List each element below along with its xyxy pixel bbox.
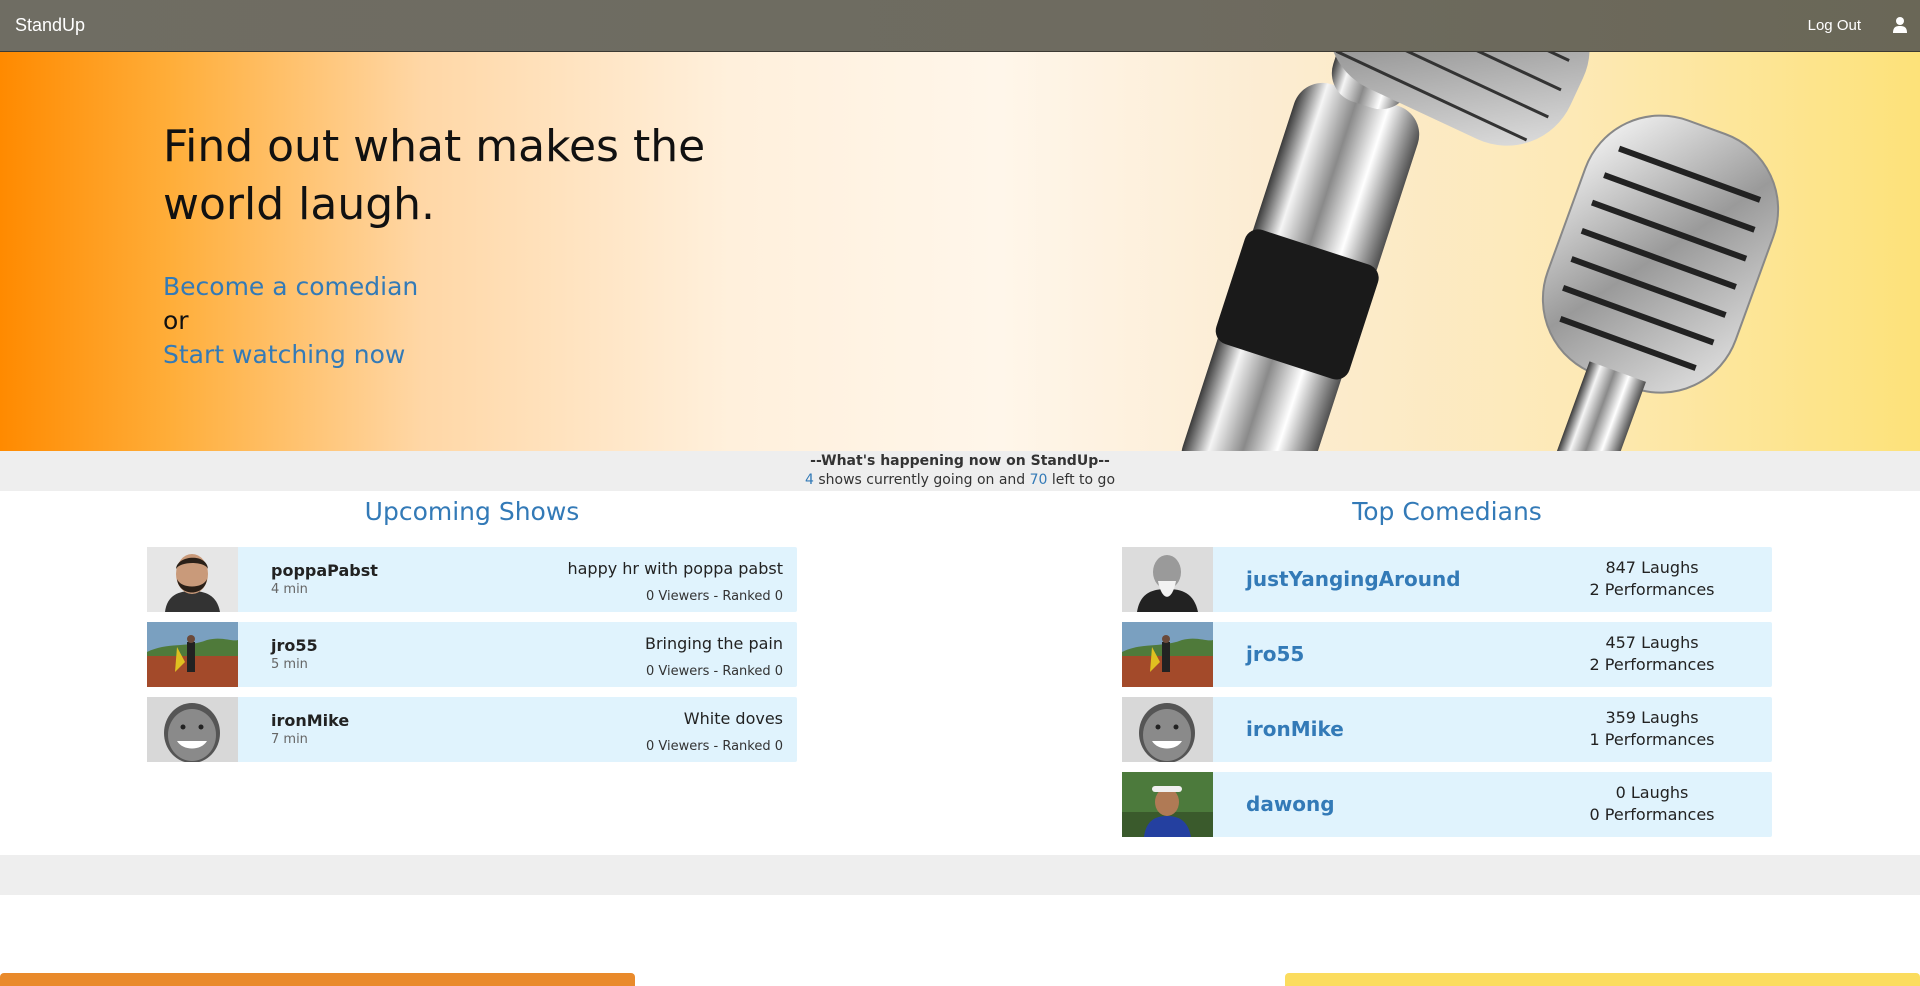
current-shows-count: 4 <box>804 472 814 488</box>
comedian-laughs: 457 Laughs <box>1605 633 1699 652</box>
user-icon[interactable] <box>1892 16 1908 34</box>
microphone-illustration <box>1181 52 1780 451</box>
comedian-performances: 0 Performances <box>1589 805 1715 824</box>
show-comedian-name: ironMike <box>271 711 350 730</box>
avatar <box>147 697 238 762</box>
remaining-shows-count: 70 <box>1029 472 1048 488</box>
status-end-text: left to go <box>1051 472 1116 488</box>
comedian-card[interactable]: dawong 0 Laughs 0 Performances <box>1122 772 1772 837</box>
avatar <box>1122 622 1213 687</box>
show-comedian-name: jro55 <box>271 636 318 655</box>
status-title: --What's happening now on StandUp-- <box>810 453 1110 469</box>
hero-text: Find out what makes the world laugh. Bec… <box>163 118 783 372</box>
show-viewers-rank: 0 Viewers - Ranked 0 <box>646 589 783 604</box>
hero-headline: Find out what makes the world laugh. <box>163 121 706 230</box>
footer-divider <box>0 855 1920 895</box>
show-card[interactable]: ironMike 7 min White doves 0 Viewers - R… <box>147 697 797 762</box>
comedian-stats: 457 Laughs 2 Performances <box>1502 632 1802 676</box>
comedian-performances: 2 Performances <box>1589 655 1715 674</box>
show-title: happy hr with poppa pabst <box>567 559 783 578</box>
status-middle-text: shows currently going on and <box>818 472 1026 488</box>
avatar <box>1122 547 1213 612</box>
comedian-stats: 359 Laughs 1 Performances <box>1502 707 1802 751</box>
become-comedian-link[interactable]: Become a comedian <box>163 270 783 304</box>
hero-links: Become a comedian or Start watching now <box>163 270 783 372</box>
comedian-stats: 0 Laughs 0 Performances <box>1502 782 1802 826</box>
comedian-card[interactable]: jro55 457 Laughs 2 Performances <box>1122 622 1772 687</box>
show-title: White doves <box>683 709 783 728</box>
show-viewers-rank: 0 Viewers - Ranked 0 <box>646 739 783 754</box>
avatar <box>1122 772 1213 837</box>
show-viewers-rank: 0 Viewers - Ranked 0 <box>646 664 783 679</box>
bottom-tile-right <box>1285 973 1920 986</box>
status-summary: 4 shows currently going on and 70 left t… <box>0 471 1920 490</box>
comedian-performances: 1 Performances <box>1589 730 1715 749</box>
avatar <box>147 622 238 687</box>
comedian-laughs: 359 Laughs <box>1605 708 1699 727</box>
brand-logo[interactable]: StandUp <box>15 15 85 36</box>
comedian-card[interactable]: ironMike 359 Laughs 1 Performances <box>1122 697 1772 762</box>
or-text: or <box>163 306 189 335</box>
comedian-laughs: 0 Laughs <box>1615 783 1689 802</box>
comedian-name-link[interactable]: dawong <box>1246 792 1335 816</box>
comedian-name-link[interactable]: justYangingAround <box>1246 567 1461 591</box>
comedian-performances: 2 Performances <box>1589 580 1715 599</box>
show-duration: 4 min <box>271 582 308 597</box>
top-comedians-title: Top Comedians <box>1352 497 1542 526</box>
logout-button[interactable]: Log Out <box>1808 17 1861 34</box>
comedian-stats: 847 Laughs 2 Performances <box>1502 557 1802 601</box>
start-watching-link[interactable]: Start watching now <box>163 338 783 372</box>
show-title: Bringing the pain <box>644 634 783 653</box>
comedian-card[interactable]: justYangingAround 847 Laughs 2 Performan… <box>1122 547 1772 612</box>
avatar <box>1122 697 1213 762</box>
avatar <box>147 547 238 612</box>
top-navbar: StandUp Log Out <box>0 0 1920 52</box>
status-bar: --What's happening now on StandUp-- 4 sh… <box>0 451 1920 491</box>
comedian-name-link[interactable]: jro55 <box>1246 642 1304 666</box>
show-duration: 5 min <box>271 657 308 672</box>
comedian-name-link[interactable]: ironMike <box>1246 717 1344 741</box>
upcoming-shows-title: Upcoming Shows <box>364 497 580 526</box>
bottom-tile-left <box>0 973 635 986</box>
comedian-laughs: 847 Laughs <box>1605 558 1699 577</box>
show-comedian-name: poppaPabst <box>271 561 378 580</box>
show-card[interactable]: jro55 5 min Bringing the pain 0 Viewers … <box>147 622 797 687</box>
show-duration: 7 min <box>271 732 308 747</box>
hero-banner: Find out what makes the world laugh. Bec… <box>0 52 1920 451</box>
show-card[interactable]: poppaPabst 4 min happy hr with poppa pab… <box>147 547 797 612</box>
